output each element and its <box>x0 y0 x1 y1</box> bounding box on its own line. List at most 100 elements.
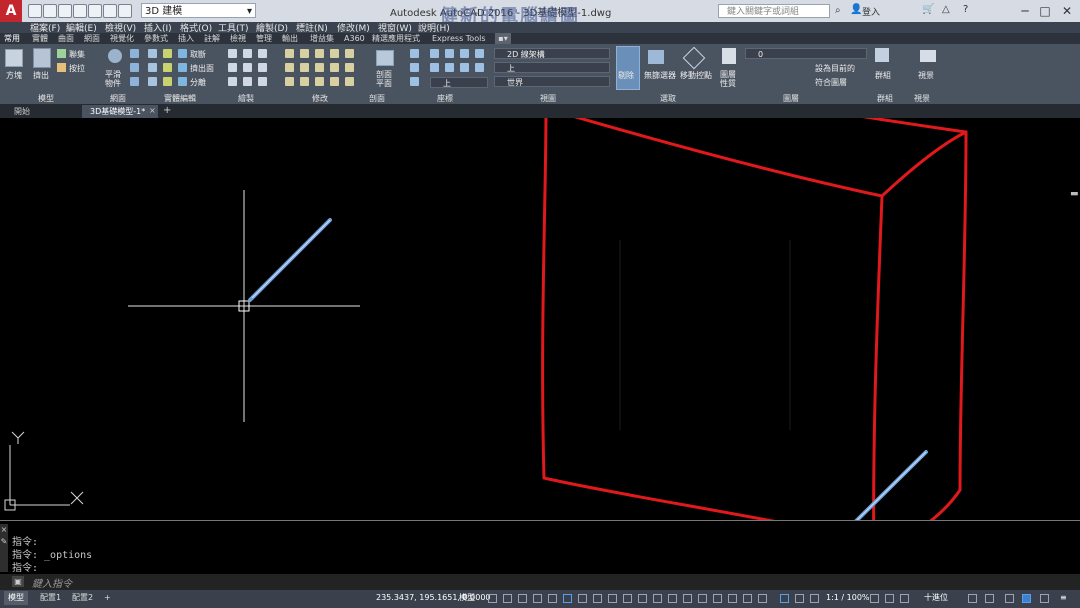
box-icon[interactable] <box>5 49 23 67</box>
quick-properties-icon[interactable] <box>728 594 737 603</box>
gizmo-label[interactable]: 移動控點 <box>680 70 712 81</box>
separate-label[interactable]: 分離 <box>190 77 206 88</box>
spline-icon[interactable] <box>228 63 237 72</box>
dyn-input-icon[interactable] <box>623 594 632 603</box>
match-layer-label[interactable]: 符合圖層 <box>815 77 847 88</box>
annotation-visibility-icon[interactable] <box>795 594 804 603</box>
units-icon[interactable] <box>713 594 722 603</box>
isolate-objects-icon[interactable] <box>758 594 767 603</box>
ucs-icon[interactable] <box>445 49 454 58</box>
lock-ui-icon[interactable] <box>743 594 752 603</box>
ucs-icon[interactable] <box>430 63 439 72</box>
login-button[interactable]: 登入 <box>862 5 880 18</box>
command-prompt-icon[interactable]: ▣ <box>12 576 24 587</box>
autocad-logo-icon[interactable]: A <box>0 0 22 22</box>
no-filter-label[interactable]: 無篩選器 <box>644 70 676 81</box>
annotate-icon[interactable] <box>885 594 894 603</box>
erase-icon[interactable] <box>345 63 354 72</box>
section-plane-label[interactable]: 剖面平面 <box>376 70 396 88</box>
copy-icon[interactable] <box>315 49 324 58</box>
redo-icon[interactable] <box>118 4 132 18</box>
group-label[interactable]: 群組 <box>875 70 891 81</box>
rectangle-icon[interactable] <box>243 63 252 72</box>
slice-label[interactable]: 取斷 <box>190 49 206 60</box>
presspull-button-label[interactable]: 按拉 <box>69 63 85 74</box>
polyline-icon[interactable] <box>228 49 237 58</box>
save-as-icon[interactable] <box>73 4 87 18</box>
ucs-icon[interactable] <box>445 63 454 72</box>
plot-icon[interactable] <box>88 4 102 18</box>
offset-icon[interactable] <box>285 77 294 86</box>
command-input[interactable] <box>0 574 1080 590</box>
ucs-icon[interactable] <box>430 49 439 58</box>
explode-icon[interactable] <box>300 77 309 86</box>
store-icon[interactable]: 🛒 <box>922 4 934 15</box>
slice-icon[interactable] <box>178 49 187 58</box>
ucs-icon[interactable] <box>410 49 419 58</box>
box-button-label[interactable]: 方塊 <box>6 70 22 81</box>
extract-face-icon[interactable] <box>178 63 187 72</box>
section-plane-icon[interactable] <box>376 50 394 66</box>
minimize-button[interactable]: ─ <box>1016 3 1034 19</box>
hardware-acceleration-icon[interactable] <box>900 594 909 603</box>
grid-icon[interactable] <box>488 594 497 603</box>
view-button-label[interactable]: 視景 <box>918 70 934 81</box>
open-file-icon[interactable] <box>43 4 57 18</box>
scale-icon[interactable] <box>285 63 294 72</box>
move-icon[interactable] <box>285 49 294 58</box>
osnap-icon[interactable] <box>563 594 572 603</box>
solid-edit-icon[interactable] <box>148 49 157 58</box>
fillet-icon[interactable] <box>345 49 354 58</box>
command-window-handle[interactable]: × ✎ <box>0 524 8 572</box>
smooth-object-icon[interactable] <box>108 49 122 63</box>
ucs-icon[interactable] <box>410 63 419 72</box>
union-icon[interactable] <box>57 49 66 58</box>
tab-drawing[interactable]: 3D基礎模型-1* <box>82 105 158 118</box>
layer-select[interactable]: 0 <box>745 48 867 59</box>
filter-icon[interactable] <box>648 50 664 64</box>
lineweight-icon[interactable] <box>638 594 647 603</box>
model-space-toggle[interactable]: 模型 <box>455 591 479 605</box>
otrack-icon[interactable] <box>593 594 602 603</box>
ucs-icon[interactable] <box>475 63 484 72</box>
a360-icon[interactable]: △ <box>942 4 950 15</box>
new-tab-icon[interactable]: + <box>163 105 171 116</box>
annotation-scale-icon[interactable] <box>780 594 789 603</box>
ucs-icon[interactable] <box>460 63 469 72</box>
extrude-icon[interactable] <box>33 48 51 68</box>
search-input[interactable]: 鍵入關鍵字或詞組 <box>718 4 830 18</box>
3d-rotate-icon[interactable] <box>330 77 339 86</box>
layer-properties-label[interactable]: 圖層性質 <box>720 70 742 88</box>
ortho-icon[interactable] <box>518 594 527 603</box>
status-menu-icon[interactable]: ≡ <box>1056 591 1071 605</box>
array-icon[interactable] <box>330 63 339 72</box>
tab-model[interactable]: 模型 <box>4 591 28 605</box>
solid-edit-icon[interactable] <box>163 77 172 86</box>
presspull-icon[interactable] <box>57 63 66 72</box>
mirror-icon[interactable] <box>330 49 339 58</box>
customization-icon[interactable] <box>985 594 994 603</box>
mesh-tool-icon[interactable] <box>130 63 139 72</box>
full-screen-icon[interactable] <box>1040 594 1049 603</box>
line-icon[interactable] <box>243 49 252 58</box>
selection-cycling-icon[interactable] <box>668 594 677 603</box>
extrude-button-label[interactable]: 擠出 <box>33 70 49 81</box>
units-select[interactable]: 十進位 <box>920 591 952 605</box>
solid-edit-icon[interactable] <box>163 63 172 72</box>
tab-layout1[interactable]: 配置1 <box>36 591 65 605</box>
annotation-monitor-icon[interactable] <box>698 594 707 603</box>
solid-edit-icon[interactable] <box>163 49 172 58</box>
culling-label[interactable]: 剔除 <box>618 70 634 81</box>
monitor-icon[interactable] <box>1005 594 1014 603</box>
viewport-icon[interactable] <box>1022 594 1031 603</box>
group-icon[interactable] <box>875 48 889 62</box>
gizmo-status-icon[interactable] <box>683 594 692 603</box>
rotate-icon[interactable] <box>300 49 309 58</box>
isodraft-icon[interactable] <box>548 594 557 603</box>
user-icon[interactable]: 👤 <box>850 4 862 15</box>
extract-face-label[interactable]: 擠出面 <box>190 63 214 74</box>
3d-osnap-icon[interactable] <box>578 594 587 603</box>
tab-layout2[interactable]: 配置2 <box>68 591 97 605</box>
view-select[interactable]: 上 <box>494 62 610 73</box>
add-layout-icon[interactable]: + <box>100 591 115 605</box>
